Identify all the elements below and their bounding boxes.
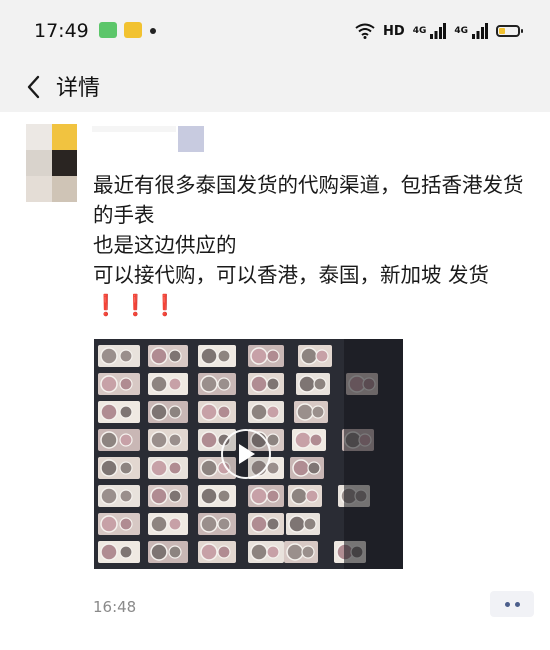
username-placeholder [92, 126, 176, 132]
more-dots-icon[interactable] [490, 591, 534, 617]
signal-label-2: 4G [454, 26, 468, 36]
play-icon[interactable] [221, 429, 271, 479]
signal-icon [430, 23, 447, 39]
status-indicators: HD 4G 4G [355, 20, 523, 42]
app-notification-yellow-icon [124, 22, 142, 38]
battery-icon [496, 25, 523, 37]
more-notifications-dot-icon [150, 28, 156, 34]
username-blur [178, 126, 204, 152]
post-line-1: 最近有很多泰国发货的代购渠道，包括香港发货的手表 [93, 173, 524, 227]
post-line-3-text: 可以接代购，可以香港，泰国，新加坡 发货 [93, 263, 490, 287]
exclamation-marks: ❗❗❗ [93, 293, 182, 317]
post-line-2: 也是这边供应的 [93, 233, 237, 257]
network-hd-label: HD [383, 23, 405, 39]
signal-label-1: 4G [412, 26, 427, 36]
wifi-icon [355, 23, 375, 39]
post-text: 最近有很多泰国发货的代购渠道，包括香港发货的手表 也是这边供应的 可以接代购，可… [93, 170, 533, 320]
post-time: 16:48 [93, 598, 137, 616]
battery-level [499, 28, 505, 34]
app-notification-green-icon [99, 22, 117, 38]
page-title: 详情 [56, 76, 101, 101]
nav-bar: 详情 [0, 62, 550, 112]
status-bar: 17:49 HD 4G 4G [0, 0, 550, 62]
post-line-3: 可以接代购，可以香港，泰国，新加坡 发货 ❗❗❗ [93, 260, 533, 320]
back-icon[interactable] [18, 72, 48, 102]
status-time: 17:49 [34, 20, 89, 42]
avatar[interactable] [26, 124, 77, 202]
signal-icon-2 [472, 23, 488, 39]
